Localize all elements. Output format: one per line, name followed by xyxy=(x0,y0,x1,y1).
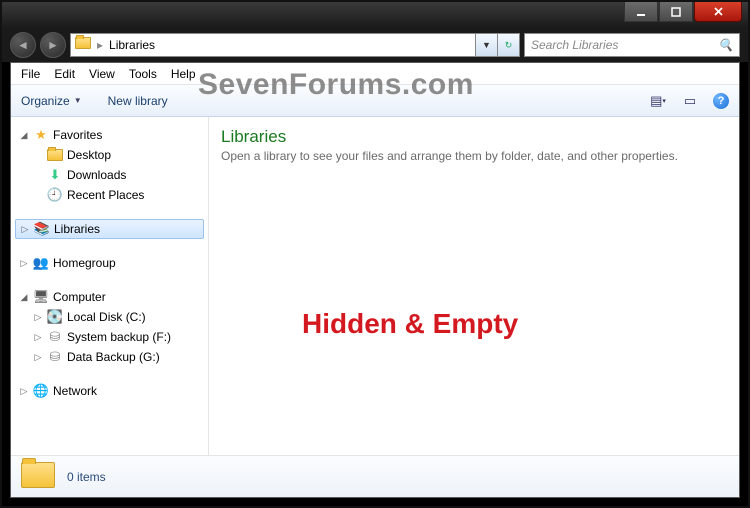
tree-drive-g[interactable]: ▷⛁Data Backup (G:) xyxy=(15,347,204,367)
tree-drive-f[interactable]: ▷⛁System backup (F:) xyxy=(15,327,204,347)
content-subheading: Open a library to see your files and arr… xyxy=(221,149,727,163)
menu-help[interactable]: Help xyxy=(171,67,196,81)
tree-recent[interactable]: 🕘Recent Places xyxy=(15,185,204,205)
search-input[interactable]: Search Libraries 🔍 xyxy=(524,33,740,57)
status-bar: 0 items xyxy=(11,455,739,497)
new-library-button[interactable]: New library xyxy=(108,94,168,108)
menu-file[interactable]: File xyxy=(21,67,40,81)
menu-edit[interactable]: Edit xyxy=(54,67,75,81)
nav-tree[interactable]: ◢★Favorites Desktop ⬇Downloads 🕘Recent P… xyxy=(11,117,209,455)
address-bar-wrap: ▸ Libraries ▼ ↻ xyxy=(70,33,520,57)
tree-favorites[interactable]: ◢★Favorites xyxy=(15,125,204,145)
view-options-button[interactable]: ▤▾ xyxy=(649,92,667,110)
address-text: Libraries xyxy=(109,38,155,52)
client-area: File Edit View Tools Help Organize▼ New … xyxy=(10,62,740,498)
refresh-button[interactable]: ↻ xyxy=(498,33,520,57)
content-pane: Libraries Open a library to see your fil… xyxy=(209,117,739,455)
address-dropdown-button[interactable]: ▼ xyxy=(476,33,498,57)
help-button[interactable]: ? xyxy=(713,93,729,109)
nav-row: ◄ ► ▸ Libraries ▼ ↻ Search Libraries 🔍 xyxy=(2,28,748,62)
body: ◢★Favorites Desktop ⬇Downloads 🕘Recent P… xyxy=(11,117,739,455)
tree-drive-c[interactable]: ▷💽Local Disk (C:) xyxy=(15,307,204,327)
titlebar[interactable] xyxy=(2,2,748,28)
content-heading: Libraries xyxy=(221,127,727,147)
tree-computer[interactable]: ◢🖥Computer xyxy=(15,287,204,307)
status-item-count: 0 items xyxy=(67,470,106,484)
close-button[interactable] xyxy=(694,2,742,22)
libraries-icon xyxy=(75,37,91,53)
tree-homegroup[interactable]: ▷👥Homegroup xyxy=(15,253,204,273)
preview-pane-button[interactable]: ▭ xyxy=(681,92,699,110)
maximize-button[interactable] xyxy=(659,2,693,22)
tree-libraries[interactable]: ▷📚Libraries xyxy=(15,219,204,239)
tree-downloads[interactable]: ⬇Downloads xyxy=(15,165,204,185)
command-bar: Organize▼ New library ▤▾ ▭ ? xyxy=(11,85,739,117)
explorer-window: ◄ ► ▸ Libraries ▼ ↻ Search Libraries 🔍 F… xyxy=(0,0,750,508)
status-folder-icon xyxy=(21,462,55,492)
tree-network[interactable]: ▷🌐Network xyxy=(15,381,204,401)
forward-button[interactable]: ► xyxy=(40,32,66,58)
search-placeholder: Search Libraries xyxy=(531,38,618,52)
organize-button[interactable]: Organize▼ xyxy=(21,94,82,108)
menu-tools[interactable]: Tools xyxy=(129,67,157,81)
menu-view[interactable]: View xyxy=(89,67,115,81)
menu-bar: File Edit View Tools Help xyxy=(11,63,739,85)
back-button[interactable]: ◄ xyxy=(10,32,36,58)
tree-desktop[interactable]: Desktop xyxy=(15,145,204,165)
address-bar[interactable]: ▸ Libraries xyxy=(70,33,476,57)
minimize-button[interactable] xyxy=(624,2,658,22)
search-icon: 🔍 xyxy=(718,38,733,52)
